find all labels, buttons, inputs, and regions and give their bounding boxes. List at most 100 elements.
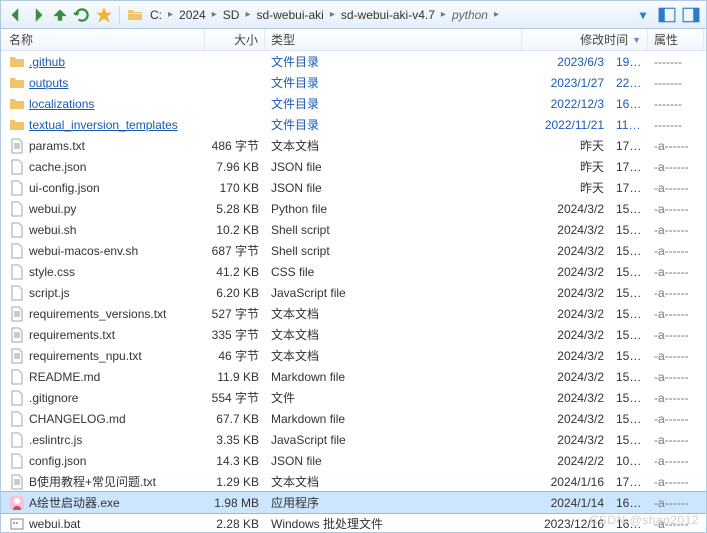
file-name-cell[interactable]: README.md [3, 369, 205, 385]
file-row[interactable]: webui.bat2.28 KBWindows 批处理文件2023/12/161… [1, 513, 706, 532]
file-name-cell[interactable]: .github [3, 54, 205, 70]
file-name-cell[interactable]: config.json [3, 453, 205, 469]
file-name-label: localizations [29, 97, 94, 111]
file-size-cell: 1.98 MB [205, 496, 265, 510]
file-name-cell[interactable]: textual_inversion_templates [3, 117, 205, 133]
col-size[interactable]: 大小 [205, 29, 265, 50]
file-name-cell[interactable]: A绘世启动器.exe [3, 494, 205, 511]
file-name-cell[interactable]: requirements.txt [3, 327, 205, 343]
file-attr-cell: -a------ [648, 202, 704, 216]
file-name-cell[interactable]: params.txt [3, 138, 205, 154]
breadcrumb-item[interactable]: 2024 [175, 6, 210, 24]
col-date-label: 修改时间 [580, 31, 628, 48]
file-row[interactable]: webui.py5.28 KBPython file2024/3/215:09-… [1, 198, 706, 219]
file-row[interactable]: B使用教程+常见问题.txt1.29 KB文本文档2024/1/1617:55-… [1, 471, 706, 492]
col-date[interactable]: 修改时间▼ [522, 29, 648, 50]
file-row[interactable]: .gitignore554 字节文件2024/3/215:09-a------ [1, 387, 706, 408]
txt-icon [9, 306, 25, 322]
breadcrumb-item[interactable]: sd-webui-aki-v4.7 [337, 6, 439, 24]
file-row[interactable]: style.css41.2 KBCSS file2024/3/215:09-a-… [1, 261, 706, 282]
file-name-cell[interactable]: webui-macos-env.sh [3, 243, 205, 259]
file-name-cell[interactable]: .eslintrc.js [3, 432, 205, 448]
file-row[interactable]: webui-macos-env.sh687 字节Shell script2024… [1, 240, 706, 261]
folder-icon [9, 96, 25, 112]
file-attr-cell: -a------ [648, 160, 704, 174]
file-size-cell: 335 字节 [205, 326, 265, 343]
file-row[interactable]: config.json14.3 KBJSON file2024/2/210:54… [1, 450, 706, 471]
file-name-cell[interactable]: style.css [3, 264, 205, 280]
file-attr-cell: ------- [648, 118, 704, 132]
file-row[interactable]: webui.sh10.2 KBShell script2024/3/215:09… [1, 219, 706, 240]
file-name-cell[interactable]: webui.bat [3, 516, 205, 532]
file-attr-cell: -a------ [648, 244, 704, 258]
file-type-cell: JSON file [265, 160, 522, 174]
file-name-cell[interactable]: localizations [3, 96, 205, 112]
file-list[interactable]: .github文件目录2023/6/319:05-------outputs文件… [1, 51, 706, 532]
back-button[interactable] [6, 5, 26, 25]
breadcrumb-item[interactable]: sd-webui-aki [252, 6, 327, 24]
file-name-label: outputs [29, 76, 68, 90]
file-row[interactable]: params.txt486 字节文本文档昨天17:33-a------ [1, 135, 706, 156]
breadcrumb-item[interactable]: SD [219, 6, 244, 24]
col-type-label: 类型 [271, 31, 295, 48]
file-date-cell: 2024/3/2 [522, 265, 610, 279]
file-name-cell[interactable]: B使用教程+常见问题.txt [3, 473, 205, 490]
file-row[interactable]: localizations文件目录2022/12/316:11------- [1, 93, 706, 114]
file-name-cell[interactable]: ui-config.json [3, 180, 205, 196]
code-icon [9, 453, 25, 469]
file-row[interactable]: cache.json7.96 KBJSON file昨天17:33-a-----… [1, 156, 706, 177]
file-name-cell[interactable]: script.js [3, 285, 205, 301]
file-name-cell[interactable]: webui.sh [3, 222, 205, 238]
file-size-cell: 14.3 KB [205, 454, 265, 468]
col-type[interactable]: 类型 [265, 29, 522, 50]
panel-right-button[interactable] [681, 5, 701, 25]
file-size-cell: 10.2 KB [205, 223, 265, 237]
file-row[interactable]: .github文件目录2023/6/319:05------- [1, 51, 706, 72]
favorite-button[interactable] [94, 5, 114, 25]
refresh-button[interactable] [72, 5, 92, 25]
file-name-label: cache.json [29, 160, 86, 174]
panel-left-button[interactable] [657, 5, 677, 25]
col-attr[interactable]: 属性 [648, 29, 704, 50]
file-row[interactable]: textual_inversion_templates文件目录2022/11/2… [1, 114, 706, 135]
file-row[interactable]: README.md11.9 KBMarkdown file2024/3/215:… [1, 366, 706, 387]
file-row[interactable]: requirements_versions.txt527 字节文本文档2024/… [1, 303, 706, 324]
breadcrumb-item[interactable]: C: [146, 6, 166, 24]
file-row[interactable]: .eslintrc.js3.35 KBJavaScript file2024/3… [1, 429, 706, 450]
file-name-cell[interactable]: requirements_versions.txt [3, 306, 205, 322]
breadcrumb-item[interactable]: python [448, 6, 492, 24]
file-name-cell[interactable]: CHANGELOG.md [3, 411, 205, 427]
chevron-right-icon: ▸ [168, 9, 173, 20]
file-row[interactable]: outputs文件目录2023/1/2722:03------- [1, 72, 706, 93]
file-date-cell: 2024/3/2 [522, 349, 610, 363]
file-row[interactable]: A绘世启动器.exe1.98 MB应用程序2024/1/1416:39-a---… [1, 492, 706, 513]
file-row[interactable]: CHANGELOG.md67.7 KBMarkdown file2024/3/2… [1, 408, 706, 429]
file-row[interactable]: requirements.txt335 字节文本文档2024/3/215:09-… [1, 324, 706, 345]
file-row[interactable]: script.js6.20 KBJavaScript file2024/3/21… [1, 282, 706, 303]
chevron-right-icon: ▸ [441, 9, 446, 20]
file-name-cell[interactable]: requirements_npu.txt [3, 348, 205, 364]
file-name-cell[interactable]: webui.py [3, 201, 205, 217]
file-type-cell: 文件目录 [265, 116, 522, 133]
file-name-label: .gitignore [29, 391, 78, 405]
col-name[interactable]: 名称 [3, 29, 205, 50]
file-type-cell: JSON file [265, 454, 522, 468]
file-name-cell[interactable]: outputs [3, 75, 205, 91]
chevron-right-icon: ▸ [212, 9, 217, 20]
up-button[interactable] [50, 5, 70, 25]
file-icon [9, 390, 25, 406]
file-type-cell: 文本文档 [265, 347, 522, 364]
file-size-cell: 6.20 KB [205, 286, 265, 300]
file-date-cell: 昨天 [522, 179, 610, 196]
forward-button[interactable] [28, 5, 48, 25]
chevron-right-icon: ▸ [330, 9, 335, 20]
file-row[interactable]: ui-config.json170 KBJSON file昨天17:32-a--… [1, 177, 706, 198]
file-name-cell[interactable]: cache.json [3, 159, 205, 175]
chevron-right-icon: ▸ [245, 9, 250, 20]
dropdown-button[interactable]: ▾ [633, 5, 653, 25]
file-row[interactable]: requirements_npu.txt46 字节文本文档2024/3/215:… [1, 345, 706, 366]
file-name-cell[interactable]: .gitignore [3, 390, 205, 406]
file-type-cell: 文本文档 [265, 473, 522, 490]
js-icon [9, 432, 25, 448]
folder-root-icon[interactable] [125, 5, 145, 25]
